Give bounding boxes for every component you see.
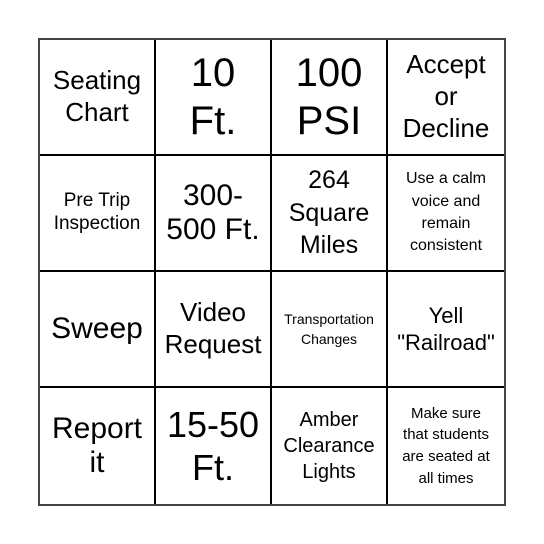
cell-text: Use a calm voice and remain consistent <box>405 170 487 255</box>
bingo-cell[interactable]: Amber Clearance Lights <box>272 388 388 504</box>
bingo-cell[interactable]: Report it <box>40 388 156 504</box>
cell-text: Pre Trip Inspection <box>53 190 141 234</box>
bingo-cell[interactable]: 300- 500 Ft. <box>156 156 272 272</box>
bingo-cell[interactable]: 264 Square Miles <box>272 156 388 272</box>
bingo-board: Seating Chart 10 Ft. 100 PSI Accept or D… <box>38 38 506 506</box>
bingo-cell[interactable]: Seating Chart <box>40 40 156 156</box>
bingo-cell[interactable]: 100 PSI <box>272 40 388 156</box>
bingo-cell[interactable]: 15-50 Ft. <box>156 388 272 504</box>
bingo-cell[interactable]: Pre Trip Inspection <box>40 156 156 272</box>
cell-text: 264 Square Miles <box>288 166 370 260</box>
bingo-cell[interactable]: Use a calm voice and remain consistent <box>388 156 504 272</box>
cell-text: Sweep <box>51 311 143 345</box>
cell-text: Report it <box>51 411 143 480</box>
bingo-cell[interactable]: Transportation Changes <box>272 272 388 388</box>
cell-text: Seating Chart <box>52 65 142 127</box>
cell-text: Make sure that students are seated at al… <box>402 404 490 487</box>
bingo-cell[interactable]: Accept or Decline <box>388 40 504 156</box>
cell-text: 15-50 Ft. <box>166 403 260 488</box>
bingo-cell[interactable]: Video Request <box>156 272 272 388</box>
bingo-cell[interactable]: Yell "Railroad" <box>388 272 504 388</box>
cell-text: Yell "Railroad" <box>397 302 495 356</box>
cell-text: Amber Clearance Lights <box>283 409 375 483</box>
bingo-cell[interactable]: Sweep <box>40 272 156 388</box>
cell-text: 10 Ft. <box>189 51 237 143</box>
cell-text: Accept or Decline <box>402 49 490 143</box>
cell-text: Transportation Changes <box>284 310 374 347</box>
bingo-cell[interactable]: Make sure that students are seated at al… <box>388 388 504 504</box>
bingo-cell[interactable]: 10 Ft. <box>156 40 272 156</box>
cell-text: 300- 500 Ft. <box>166 178 260 247</box>
cell-text: 100 PSI <box>295 51 363 143</box>
cell-text: Video Request <box>164 297 262 359</box>
